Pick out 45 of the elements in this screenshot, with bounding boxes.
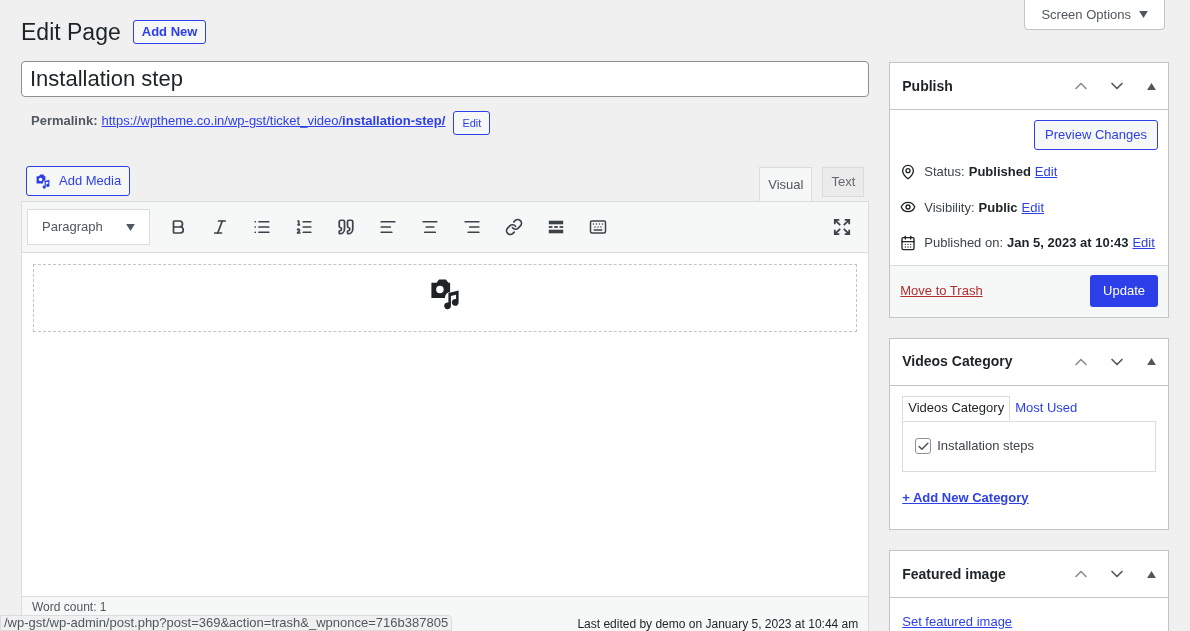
- media-icon: [35, 173, 51, 189]
- publish-label: Status:: [924, 163, 965, 181]
- editor-tab[interactable]: Visual: [759, 167, 813, 201]
- pin-icon: [900, 163, 917, 180]
- calendar-icon: [900, 234, 917, 251]
- collapse-icon[interactable]: [1147, 358, 1156, 365]
- set-featured-image-link[interactable]: Set featured image: [902, 614, 1013, 629]
- category-tab[interactable]: Most Used: [1010, 395, 1083, 421]
- publish-label: Visibility:: [924, 198, 975, 217]
- box-title: Videos Category: [902, 352, 1014, 371]
- edit-link[interactable]: Edit: [1132, 233, 1155, 253]
- add-media-button[interactable]: Add Media: [26, 166, 131, 196]
- preview-changes-button[interactable]: Preview Changes: [1034, 120, 1158, 150]
- add-category-link[interactable]: + Add New Category: [902, 487, 1156, 507]
- last-edited: Last edited by demo on January 5, 2023 at 10:44 am: [577, 616, 859, 631]
- update-button[interactable]: Update: [1090, 275, 1158, 307]
- add-new-button[interactable]: Add New: [132, 20, 207, 44]
- move-to-trash-link[interactable]: Move to Trash: [900, 281, 983, 301]
- title-field[interactable]: Installation step: [21, 61, 870, 97]
- category-label: Installation steps: [937, 437, 1035, 456]
- publish-value: Public: [978, 198, 1018, 217]
- page-title: Edit Page: [21, 17, 121, 47]
- caret-icon: [1139, 11, 1148, 18]
- collapse-icon[interactable]: [1147, 82, 1156, 90]
- category-tab[interactable]: Videos Category: [902, 395, 1011, 421]
- publish-value: Jan 5, 2023 at 10:43: [1007, 234, 1129, 252]
- check-icon: [916, 439, 930, 453]
- publish-value: Published: [968, 163, 1031, 181]
- status-url-tooltip: /wp-gst/wp-admin/post.php?post=369&action=trash&_wpnonce=716b387805: [0, 615, 453, 631]
- edit-link[interactable]: Edit: [1021, 197, 1044, 217]
- caret-icon: [126, 223, 135, 231]
- permalink-label: Permalink:: [31, 112, 98, 131]
- edit-link[interactable]: Edit: [1034, 162, 1058, 182]
- box-title: Publish: [902, 76, 954, 96]
- publish-label: Published on:: [924, 234, 1004, 252]
- checkbox[interactable]: [915, 438, 932, 454]
- edit-permalink-button[interactable]: Edit: [453, 111, 491, 135]
- word-count: Word count: 1: [32, 600, 107, 614]
- format-select[interactable]: Paragraph: [27, 209, 150, 245]
- collapse-icon[interactable]: [1147, 570, 1156, 578]
- permalink-link[interactable]: https://wptheme.co.in/wp-gst/ticket_video/installation-step/: [101, 111, 446, 131]
- editor-tab[interactable]: Text: [822, 167, 865, 197]
- box-title: Featured image: [902, 564, 1007, 584]
- fullscreen-icon[interactable]: [833, 218, 852, 236]
- screen-options-button[interactable]: Screen Options: [1024, 0, 1165, 30]
